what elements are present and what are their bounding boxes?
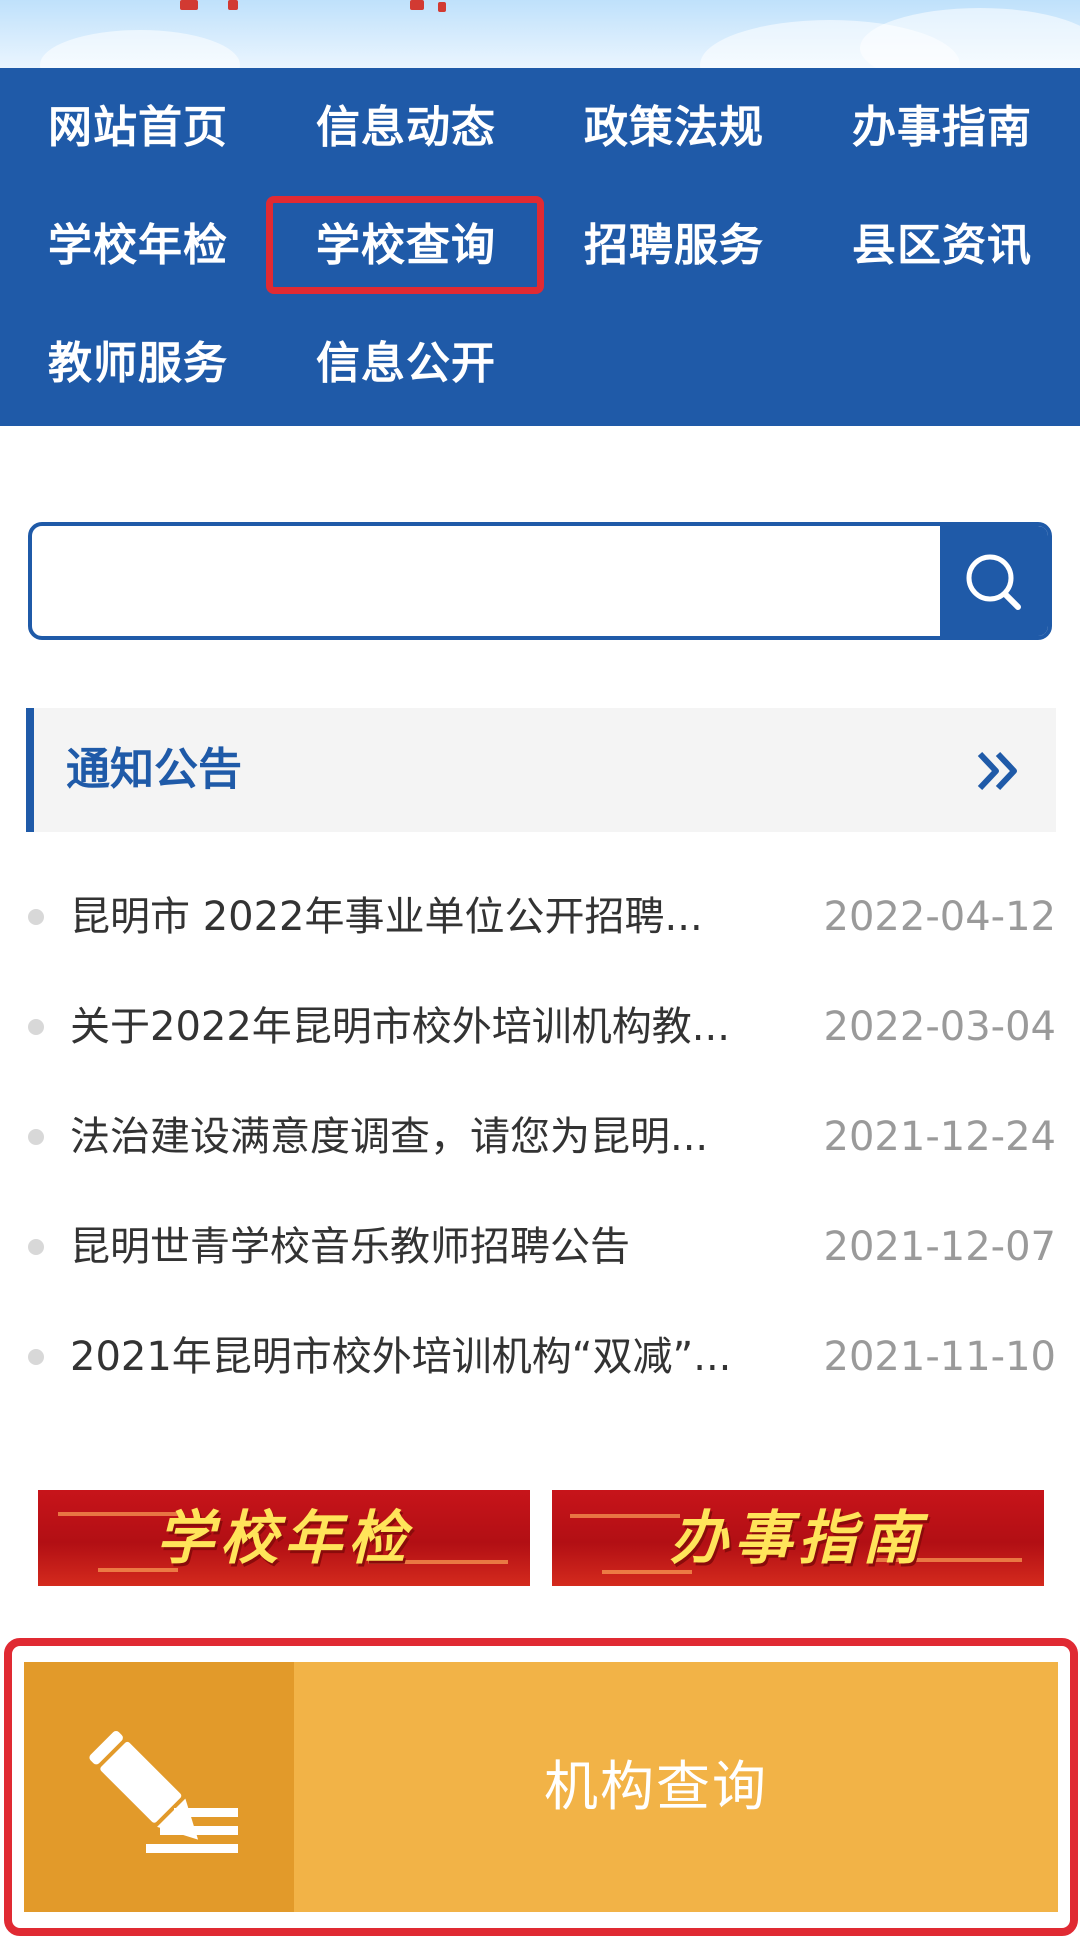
nav-item-public-info[interactable]: 信息公开: [296, 324, 516, 404]
search-icon: [966, 554, 1021, 610]
section-accent-bar: [26, 708, 34, 832]
header-banner-image: [0, 0, 1080, 68]
notice-item[interactable]: 法治建设满意度调查，请您为昆明... 2021-12-24: [26, 1082, 1056, 1192]
nav-item-annual-inspection[interactable]: 学校年检: [28, 206, 248, 286]
notice-item[interactable]: 关于2022年昆明市校外培训机构教... 2022-03-04: [26, 972, 1056, 1082]
search-button[interactable]: [940, 526, 1048, 636]
nav-item-teacher-service[interactable]: 教师服务: [28, 324, 248, 404]
notice-date: 2022-03-04: [823, 1004, 1056, 1050]
nav-item-school-query[interactable]: 学校查询: [296, 206, 516, 286]
notice-title[interactable]: 法治建设满意度调查，请您为昆明...: [70, 1082, 822, 1192]
banner-service-guide[interactable]: 办事指南: [552, 1490, 1044, 1586]
notice-item[interactable]: 昆明世青学校音乐教师招聘公告 2021-12-07: [26, 1192, 1056, 1302]
main-nav: 网站首页 信息动态 政策法规 办事指南 学校年检 学校查询 招聘服务 县区资讯 …: [0, 68, 1080, 426]
bullet-icon: [28, 909, 44, 925]
query-icon-block: [24, 1662, 294, 1912]
institution-query-button[interactable]: 机构查询: [24, 1662, 1058, 1912]
notice-item[interactable]: 昆明市 2022年事业单位公开招聘... 2022-04-12: [26, 862, 1056, 972]
notice-list: 昆明市 2022年事业单位公开招聘... 2022-04-12 关于2022年昆…: [26, 862, 1056, 1412]
nav-item-recruitment[interactable]: 招聘服务: [564, 206, 784, 286]
notice-date: 2021-11-10: [823, 1334, 1056, 1380]
nav-item-news[interactable]: 信息动态: [296, 88, 516, 168]
search-input[interactable]: [32, 526, 942, 636]
pencil-edit-icon: [89, 1730, 238, 1853]
banner-label: 办事指南: [669, 1504, 926, 1572]
page: 网站首页 信息动态 政策法规 办事指南 学校年检 学校查询 招聘服务 县区资讯 …: [0, 0, 1080, 1940]
notice-title[interactable]: 昆明市 2022年事业单位公开招聘...: [70, 862, 822, 972]
nav-item-home[interactable]: 网站首页: [28, 88, 248, 168]
notice-title[interactable]: 昆明世青学校音乐教师招聘公告: [70, 1192, 822, 1302]
notice-date: 2022-04-12: [823, 894, 1056, 940]
banner-label: 学校年检: [155, 1504, 412, 1572]
nav-item-district-news[interactable]: 县区资讯: [832, 206, 1052, 286]
bullet-icon: [28, 1349, 44, 1365]
notice-section-title: 通知公告: [66, 744, 242, 795]
institution-query-label: 机构查询: [544, 1755, 768, 1818]
bullet-icon: [28, 1019, 44, 1035]
nav-item-guide[interactable]: 办事指南: [832, 88, 1052, 168]
notice-item[interactable]: 2021年昆明市校外培训机构“双减”... 2021-11-10: [26, 1302, 1056, 1412]
notice-title[interactable]: 2021年昆明市校外培训机构“双减”...: [70, 1302, 822, 1412]
notice-date: 2021-12-07: [823, 1224, 1056, 1270]
notice-section-header: 通知公告: [26, 708, 1056, 832]
nav-item-policies[interactable]: 政策法规: [564, 88, 784, 168]
double-chevron-right-icon: [977, 751, 1017, 791]
notice-title[interactable]: 关于2022年昆明市校外培训机构教...: [70, 972, 822, 1082]
search-bar: [28, 522, 1052, 640]
notice-date: 2021-12-24: [823, 1114, 1056, 1160]
bullet-icon: [28, 1239, 44, 1255]
bullet-icon: [28, 1129, 44, 1145]
banner-annual-inspection[interactable]: 学校年检: [38, 1490, 530, 1586]
more-notices-button[interactable]: [970, 748, 1026, 794]
